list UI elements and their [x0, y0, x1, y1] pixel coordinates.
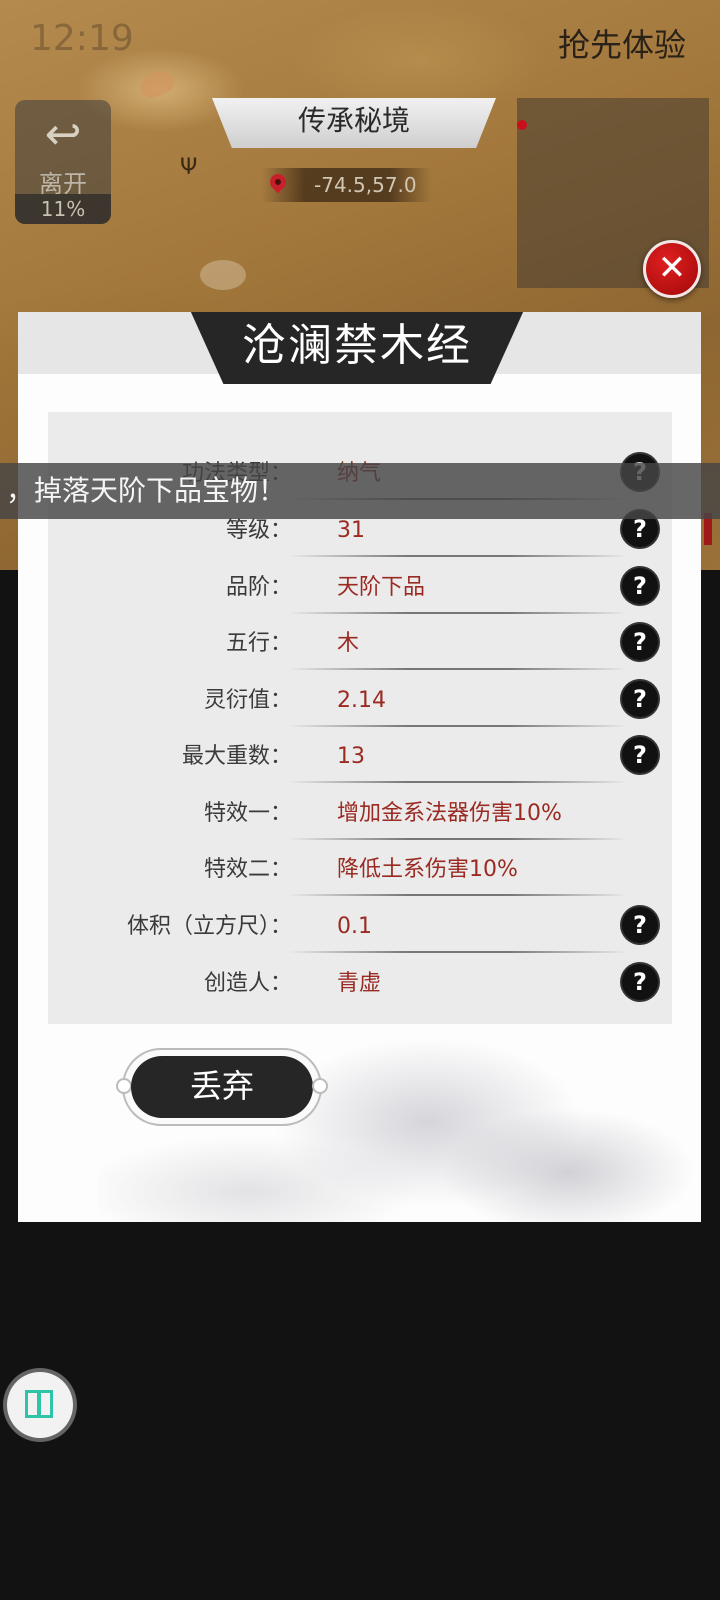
attribute-row: 创造人： 青虚 ?: [48, 956, 672, 1012]
leave-progress: 11%: [15, 194, 111, 224]
attribute-label: 五行：: [225, 631, 292, 656]
row-divider: [288, 781, 628, 783]
help-icon[interactable]: ?: [622, 568, 658, 604]
map-rock: [200, 260, 246, 290]
attribute-row: 特效二： 降低土系伤害10%: [48, 842, 672, 898]
attribute-value: 木: [337, 631, 360, 656]
help-icon[interactable]: ?: [622, 681, 658, 717]
attribute-label: 特效二：: [203, 857, 292, 882]
drop-notice-text: ，掉落天阶下品宝物！: [6, 474, 287, 507]
coordinate-readout: -74.5,57.0: [314, 173, 417, 197]
attribute-label: 创造人：: [203, 971, 292, 996]
row-divider: [288, 725, 628, 727]
help-icon[interactable]: ?: [622, 624, 658, 660]
attribute-label: 灵衍值：: [203, 688, 292, 713]
attribute-row: 体积（立方尺）： 0.1 ?: [48, 899, 672, 955]
early-access-label: 抢先体验: [557, 26, 686, 64]
attribute-value: 2.14: [337, 688, 386, 713]
attribute-row: 五行： 木 ?: [48, 616, 672, 672]
attribute-row: 最大重数： 13 ?: [48, 729, 672, 785]
item-detail-dialog: 沧澜禁木经 功法类型： 纳气 ? 等级： 31 ? 品阶： 天阶下品 ? 五行：…: [18, 312, 701, 1222]
cube-icon: [25, 1390, 53, 1418]
attribute-value: 13: [337, 744, 365, 769]
realm-title: 传承秘境: [212, 98, 496, 148]
row-divider: [288, 612, 628, 614]
map-rock: [136, 66, 178, 102]
attribute-value: 0.1: [337, 914, 372, 939]
location-pin-icon: [266, 170, 290, 194]
attribute-row: 灵衍值： 2.14 ?: [48, 673, 672, 729]
attribute-label: 体积（立方尺）：: [126, 914, 292, 939]
attribute-row: 品阶： 天阶下品 ?: [48, 560, 672, 616]
map-bush-icon: Ψ: [180, 155, 198, 180]
row-divider: [288, 951, 628, 953]
attribute-label: 特效一：: [203, 801, 292, 826]
help-icon[interactable]: ?: [622, 907, 658, 943]
attribute-value: 增加金系法器伤害10%: [337, 801, 562, 826]
drop-notice-banner: ，掉落天阶下品宝物！: [0, 463, 720, 519]
floating-widget-button[interactable]: [7, 1372, 73, 1438]
attribute-label: 最大重数：: [181, 744, 292, 769]
minimap-marker: [517, 120, 527, 130]
leave-button[interactable]: ↩ 离开 11%: [15, 100, 111, 224]
attribute-label: 品阶：: [225, 575, 292, 600]
attribute-value: 青虚: [337, 971, 382, 996]
discard-button[interactable]: 丢弃: [131, 1056, 313, 1118]
discard-button-frame: 丢弃: [116, 1048, 328, 1126]
attribute-value: 天阶下品: [337, 575, 426, 600]
row-divider: [288, 838, 628, 840]
row-divider: [288, 894, 628, 896]
attribute-value: 降低土系伤害10%: [337, 857, 518, 882]
return-arrow-icon: ↩: [44, 109, 82, 160]
attribute-row: 特效一： 增加金系法器伤害10%: [48, 786, 672, 842]
help-icon[interactable]: ?: [622, 964, 658, 1000]
close-button[interactable]: ✕: [643, 240, 701, 298]
help-icon[interactable]: ?: [622, 737, 658, 773]
row-divider: [288, 668, 628, 670]
row-divider: [288, 555, 628, 557]
coordinate-bar: -74.5,57.0: [262, 168, 432, 202]
dialog-title: 沧澜禁木经: [190, 312, 524, 384]
status-time: 12:19: [30, 18, 134, 59]
